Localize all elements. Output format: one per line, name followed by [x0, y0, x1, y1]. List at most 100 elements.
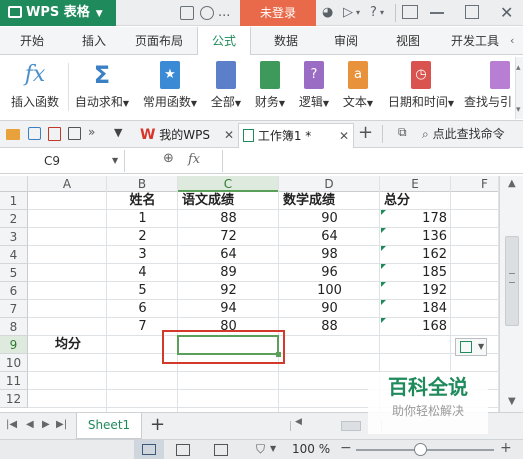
column-header-b[interactable]: B — [107, 176, 178, 192]
scroll-left-arrow[interactable]: ◀ — [295, 417, 302, 427]
cell-b2[interactable]: 1 — [107, 210, 178, 228]
row-header-9[interactable]: 9 — [0, 336, 28, 354]
scroll-down-arrow[interactable]: ▼ — [508, 396, 516, 407]
zoom-in-button[interactable]: + — [500, 440, 512, 456]
cell-d5[interactable]: 96 — [279, 264, 380, 282]
chevron-left-icon[interactable]: ‹ — [510, 34, 514, 47]
close-icon[interactable]: ✕ — [500, 0, 513, 26]
common-functions-button[interactable]: ★ 常用函数▼ — [138, 57, 202, 117]
cell-c2[interactable]: 88 — [178, 210, 279, 228]
reading-mode-icon[interactable]: ⛉ — [256, 442, 265, 457]
tab-insert[interactable]: 插入 — [70, 27, 118, 55]
close-icon[interactable]: ✕ — [224, 123, 234, 147]
tab-data[interactable]: 数据 — [262, 27, 310, 55]
zoom-level[interactable]: 100 % — [292, 442, 330, 456]
chevron-down-icon[interactable]: ▾ — [380, 0, 384, 26]
tab-review[interactable]: 审阅 — [322, 27, 370, 55]
cell-c7[interactable]: 94 — [178, 300, 279, 318]
cell-b4[interactable]: 3 — [107, 246, 178, 264]
row-header-3[interactable]: 3 — [0, 228, 28, 246]
tab-developer[interactable]: 开发工具 — [444, 27, 506, 55]
cell-c6[interactable]: 92 — [178, 282, 279, 300]
vertical-scrollbar[interactable]: ▲ ▼ — [499, 176, 523, 412]
cell-d3[interactable]: 64 — [279, 228, 380, 246]
last-sheet-icon[interactable]: ▶| — [56, 419, 67, 430]
more-arrows-icon[interactable]: » — [88, 125, 95, 139]
chevron-down-icon[interactable]: ▼ — [114, 126, 122, 139]
zoom-out-button[interactable]: − — [340, 440, 352, 456]
column-header-e[interactable]: E — [380, 176, 451, 192]
help-button[interactable]: ? — [370, 0, 377, 26]
autosum-button[interactable]: Σ 自动求和▼ — [70, 57, 134, 117]
normal-view-button[interactable] — [134, 440, 164, 459]
cell-c1[interactable]: 语文成绩 — [182, 192, 278, 210]
cell-e3[interactable]: 136 — [380, 228, 451, 246]
cell-e5[interactable]: 185 — [380, 264, 451, 282]
cell-d1[interactable]: 数学成绩 — [283, 192, 379, 210]
scroll-thumb[interactable] — [505, 236, 519, 326]
lookup-button[interactable]: 查找与引 — [464, 57, 516, 117]
cell-e4[interactable]: 162 — [380, 246, 451, 264]
pin-icon[interactable]: ⧉ — [398, 125, 407, 140]
date-time-button[interactable]: ◷ 日期和时间▼ — [382, 57, 460, 117]
paste-options-button[interactable]: ▼ — [455, 338, 487, 356]
pdf-icon[interactable] — [48, 127, 61, 141]
row-header-7[interactable]: 7 — [0, 300, 28, 318]
scroll-up-arrow[interactable]: ▲ — [508, 178, 516, 189]
cell-d8[interactable]: 88 — [279, 318, 380, 336]
app-menu-button[interactable]: WPS 表格 ▼ — [0, 0, 116, 26]
insert-function-button[interactable]: fx 插入函数 — [4, 57, 66, 117]
cell-d7[interactable]: 90 — [279, 300, 380, 318]
row-header-8[interactable]: 8 — [0, 318, 28, 336]
row-header-12[interactable]: 12 — [0, 390, 28, 408]
column-header-a[interactable]: A — [28, 176, 107, 192]
name-box[interactable]: C9 ▼ — [0, 150, 125, 172]
ribbon-scroll[interactable]: ▴ ▾ — [515, 57, 523, 119]
cell-e8[interactable]: 168 — [380, 318, 451, 336]
sheet-tab-sheet1[interactable]: Sheet1 — [76, 413, 142, 439]
cell-d6[interactable]: 100 — [279, 282, 380, 300]
zoom-lens-icon[interactable]: ⊕ — [163, 151, 174, 166]
cell-b5[interactable]: 4 — [107, 264, 178, 282]
h-scroll-thumb[interactable] — [341, 421, 361, 431]
fx-button[interactable]: fx — [188, 152, 200, 167]
tab-view[interactable]: 视图 — [384, 27, 432, 55]
cell-c4[interactable]: 64 — [178, 246, 279, 264]
command-search[interactable]: ⌕ 点此查找命令 — [422, 124, 523, 144]
cell-c3[interactable]: 72 — [178, 228, 279, 246]
all-functions-button[interactable]: 全部▼ — [206, 57, 246, 117]
cell-b3[interactable]: 2 — [107, 228, 178, 246]
row-header-6[interactable]: 6 — [0, 282, 28, 300]
cell-c5[interactable]: 89 — [178, 264, 279, 282]
cell-b7[interactable]: 6 — [107, 300, 178, 318]
tab-formulas[interactable]: 公式 — [197, 27, 251, 56]
row-header-4[interactable]: 4 — [0, 246, 28, 264]
cell-a9[interactable]: 均分 — [55, 336, 105, 354]
zoom-slider-knob[interactable] — [414, 443, 427, 456]
column-header-f[interactable]: F — [451, 176, 499, 192]
prev-sheet-icon[interactable]: ◀ — [26, 419, 34, 430]
select-all-corner[interactable] — [0, 176, 28, 192]
row-header-11[interactable]: 11 — [0, 372, 28, 390]
cell-d2[interactable]: 90 — [279, 210, 380, 228]
close-icon[interactable]: ✕ — [339, 124, 349, 148]
folder-icon[interactable] — [6, 129, 20, 140]
tab-workbook1[interactable]: 工作簿1 * ✕ — [238, 123, 354, 148]
skin-icon[interactable]: ◕ — [322, 0, 333, 26]
cell-b1[interactable]: 姓名 — [107, 192, 178, 210]
print-icon[interactable] — [68, 127, 81, 140]
minimize-icon[interactable] — [430, 12, 444, 14]
next-sheet-icon[interactable]: ▶ — [42, 419, 50, 430]
cell-e2[interactable]: 178 — [380, 210, 451, 228]
cell-b6[interactable]: 5 — [107, 282, 178, 300]
feedback-icon[interactable]: ▷ — [343, 0, 353, 26]
save-icon[interactable] — [28, 127, 41, 140]
formula-input[interactable] — [222, 150, 523, 172]
column-header-d[interactable]: D — [279, 176, 380, 192]
column-header-c[interactable]: C — [178, 176, 279, 192]
first-sheet-icon[interactable]: |◀ — [6, 419, 17, 430]
text-functions-button[interactable]: a 文本▼ — [338, 57, 378, 117]
row-header-5[interactable]: 5 — [0, 264, 28, 282]
row-header-2[interactable]: 2 — [0, 210, 28, 228]
logic-button[interactable]: ? 逻辑▼ — [294, 57, 334, 117]
